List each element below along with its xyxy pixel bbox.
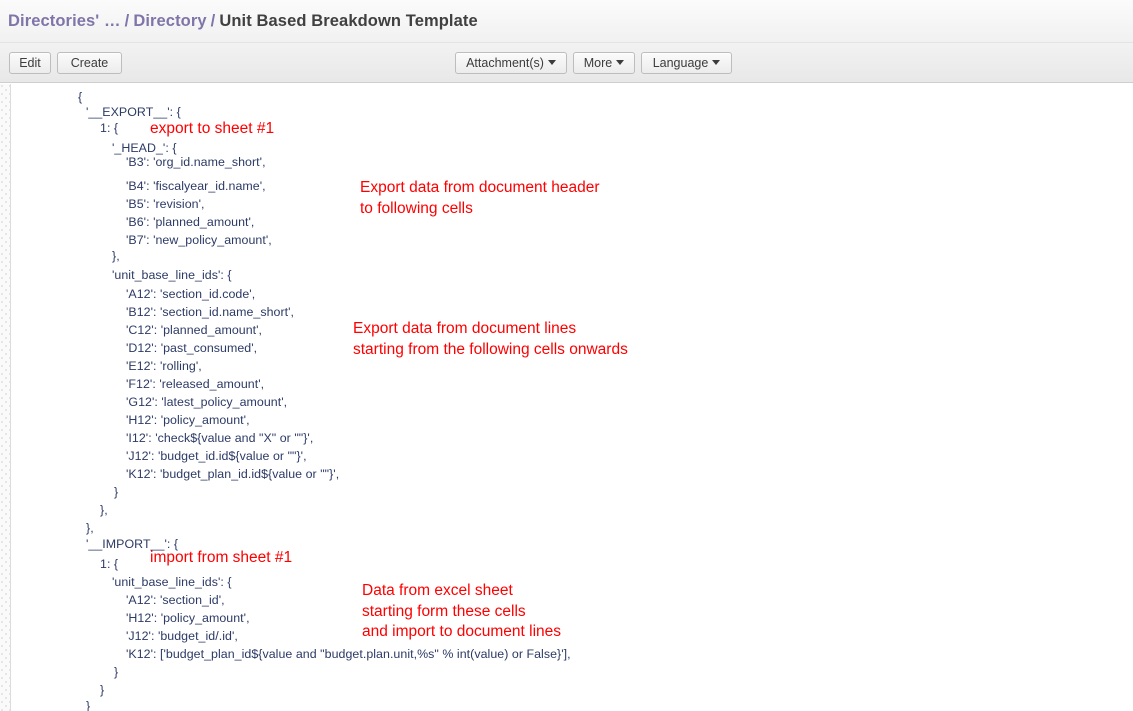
code-line: } (100, 683, 105, 697)
breadcrumb-item-directory[interactable]: Directory (133, 12, 206, 31)
code-line: 'J12': 'budget_id.id${value or ""}', (126, 449, 307, 463)
code-line: }, (100, 503, 108, 517)
code-line: 'C12': 'planned_amount', (126, 323, 263, 337)
create-button-label: Create (70, 56, 109, 70)
code-line: }, (112, 249, 120, 263)
code-line: 'G12': 'latest_policy_amount', (126, 395, 288, 409)
content-area: {'__EXPORT__': { 1: { '_HEAD_': {'B3': 'or… (0, 84, 1133, 711)
code-line: 'A12': 'section_id.code', (126, 287, 256, 301)
create-button[interactable]: Create (57, 52, 122, 74)
action-toolbar: Edit Create Attachment(s) More Language (0, 43, 1133, 83)
code-line: }, (86, 521, 94, 535)
edit-button[interactable]: Edit (9, 52, 51, 74)
breadcrumb-separator-1: / (124, 11, 130, 30)
chevron-down-icon (547, 60, 556, 66)
code-line: 'B5': 'revision', (126, 197, 205, 211)
code-line: 'F12': 'released_amount', (126, 377, 265, 391)
code-line: 'B3': 'org_id.name_short', (126, 155, 266, 169)
language-button-label: Language (652, 56, 709, 70)
attachments-button-label: Attachment(s) (466, 56, 544, 70)
code-line: 'unit_base_line_ids': { (112, 268, 232, 282)
code-line: { (78, 90, 83, 104)
annot-import-sheet: import from sheet #1 (150, 549, 293, 566)
code-line: 'H12': 'policy_amount', (126, 413, 250, 427)
code-line: 'E12': 'rolling', (126, 359, 202, 373)
breadcrumb-separator-2: / (210, 11, 216, 30)
breadcrumb-item-directories-root[interactable]: Directories' … (8, 12, 121, 31)
language-dropdown-button[interactable]: Language (641, 52, 732, 74)
code-line: '__EXPORT__': { (86, 105, 181, 119)
chevron-down-icon (616, 60, 625, 66)
more-dropdown-button[interactable]: More (573, 52, 635, 74)
left-gutter-texture (0, 84, 11, 711)
page-title: Unit Based Breakdown Template (219, 11, 478, 30)
code-line: 'H12': 'policy_amount', (126, 611, 250, 625)
edit-button-label: Edit (19, 56, 41, 70)
code-line: 'B4': 'fiscalyear_id.name', (126, 179, 266, 193)
code-line: 'B12': 'section_id.name_short', (126, 305, 295, 319)
code-line: 1: { (100, 557, 119, 571)
json-template-code-view[interactable]: {'__EXPORT__': { 1: { '_HEAD_': {'B3': 'or… (12, 84, 1133, 711)
annot-export-lines: Export data from document lines starting… (353, 320, 628, 358)
code-line: 'I12': 'check${value and "X" or ""}', (126, 431, 314, 445)
code-line: 'J12': 'budget_id/.id', (126, 629, 238, 643)
code-line: 'unit_base_line_ids': { (112, 575, 232, 589)
code-line: } (86, 699, 91, 711)
chevron-down-icon (712, 60, 721, 66)
annot-export-sheet: export to sheet #1 (150, 120, 275, 137)
breadcrumb-bar: Directories' … / Directory / Unit Based … (0, 0, 1133, 43)
code-line: 'K12': ['budget_plan_id${value and "budg… (126, 647, 571, 661)
annot-import-cells: Data from excel sheet starting form thes… (362, 582, 562, 640)
code-line: 'D12': 'past_consumed', (126, 341, 258, 355)
attachments-dropdown-button[interactable]: Attachment(s) (455, 52, 567, 74)
code-line: } (114, 665, 119, 679)
code-line: 1: { (100, 121, 119, 135)
code-line: } (114, 485, 119, 499)
code-line: 'B7': 'new_policy_amount', (126, 233, 272, 247)
app-root: Directories' … / Directory / Unit Based … (0, 0, 1133, 711)
annot-export-header: Export data from document header to foll… (360, 179, 600, 217)
code-line: 'K12': 'budget_plan_id.id${value or ""}'… (126, 467, 340, 481)
more-button-label: More (583, 56, 613, 70)
code-line: 'A12': 'section_id', (126, 593, 225, 607)
code-line: 'B6': 'planned_amount', (126, 215, 255, 229)
code-line: '_HEAD_': { (112, 141, 177, 155)
